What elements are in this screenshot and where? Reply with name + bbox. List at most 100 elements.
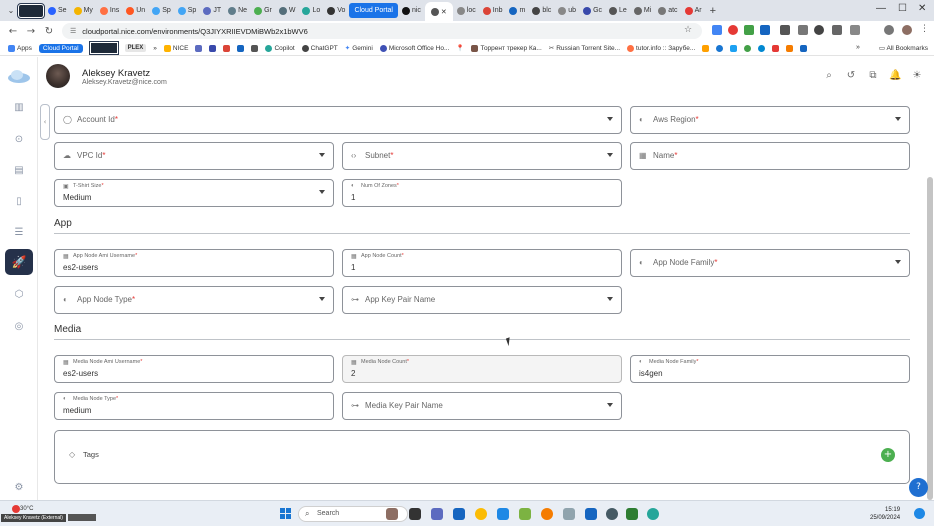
taskbar-app-icon[interactable] [626,508,638,520]
taskbar-app-icon[interactable] [519,508,531,520]
extension-icon[interactable] [798,25,808,35]
browser-tab[interactable]: loc [454,3,479,18]
bookmarks-overflow[interactable]: » [856,44,860,51]
tags-panel[interactable]: ◇ Tags + [54,430,910,484]
bookmark-icon[interactable] [251,44,259,52]
bookmark-icon[interactable] [195,44,203,52]
bookmark-dark[interactable] [88,41,119,55]
browser-tab[interactable]: atc [655,3,680,18]
help-chat-button[interactable]: ? [909,478,928,497]
bookmark-russian-torrent[interactable]: ✂ Russian Torrent Site... [549,44,620,53]
sidebar-list-icon[interactable]: ▤ [12,163,26,177]
bookmark-tutor[interactable]: tutor.info :: Зарубе... [627,44,695,52]
whatsapp-icon[interactable] [647,508,659,520]
browser-tab[interactable]: Sp [175,3,200,18]
close-icon[interactable]: ✕ [441,8,447,16]
extension-icon[interactable] [744,25,754,35]
outlook-icon[interactable] [453,508,465,520]
page-scrollbar[interactable] [927,177,933,500]
sidebar-environments-rocket-icon[interactable]: 🚀 [5,249,33,275]
bookmark-location[interactable]: 📍 [456,44,464,52]
browser-tab-dark[interactable] [17,2,45,19]
taskbar-clock[interactable]: 15:19 25/09/2024 [870,506,900,522]
extension-icon[interactable] [760,25,770,35]
bookmark-icon[interactable] [758,44,766,52]
reload-icon[interactable]: ↻ [40,26,58,37]
bookmark-star-icon[interactable]: ☆ [684,25,692,35]
browser-tab[interactable]: Vo [324,3,348,18]
org-chart-icon[interactable]: ⧉ [867,70,879,82]
app-key-pair-name-select[interactable]: ⊶ App Key Pair Name [342,286,622,314]
subnet-select[interactable]: ‹› Subnet* [342,142,622,170]
browser-tab[interactable]: Ins [97,3,122,18]
browser-tab[interactable]: Sp [149,3,174,18]
bookmark-plex[interactable]: PLEX [124,44,147,52]
media-key-pair-name-select[interactable]: ⊶ Media Key Pair Name [342,392,622,420]
forward-icon[interactable]: → [22,26,40,37]
sidebar-billing-icon[interactable]: ⊙ [12,132,26,146]
sidebar-cube-icon[interactable]: ⬡ [12,287,26,301]
avatar[interactable] [46,64,70,88]
minimize-icon[interactable]: — [876,3,886,14]
browser-tab[interactable]: Gc [580,3,605,18]
browser-tab[interactable]: nic [399,3,424,18]
browser-tab[interactable]: m [506,3,528,18]
bookmark-icon[interactable] [702,44,710,52]
bookmark-icon[interactable] [730,44,738,52]
media-node-family-input[interactable]: ◐ Media Node Family* is4gen [630,355,910,383]
windows-start-icon[interactable] [280,508,291,519]
translate-extension-icon[interactable] [712,25,722,35]
browser-tab[interactable]: Un [123,3,148,18]
name-input[interactable]: ▦ Name* [630,142,910,170]
bookmark-icon[interactable] [209,44,217,52]
bookmark-cloud-portal[interactable]: Cloud Portal [38,43,83,53]
browser-tab[interactable]: Le [606,3,630,18]
browser-tab-cloud-portal[interactable]: Cloud Portal [349,3,398,18]
browser-tab[interactable]: JT [200,3,224,18]
media-node-ami-username-input[interactable]: ▦ Media Node Ami Username* es2-users [54,355,334,383]
num-of-zones-input[interactable]: ◐ Num Of Zones* 1 [342,179,622,207]
app-node-family-select[interactable]: ◐ App Node Family* [630,249,910,277]
teams-icon[interactable] [431,508,443,520]
history-icon[interactable]: ↺ [845,70,857,82]
bookmark-icon[interactable] [744,44,752,52]
vscode-icon[interactable] [497,508,509,520]
browser-menu-icon[interactable]: ⋮ [920,24,929,34]
extension-icon[interactable] [850,25,860,35]
weather-icon[interactable] [12,505,20,513]
extensions-puzzle-icon[interactable] [832,25,842,35]
app-node-ami-username-input[interactable]: ▦ App Node Ami Username* es2-users [54,249,334,277]
bookmark-icon[interactable] [237,44,245,52]
bookmark-icon[interactable] [223,44,231,52]
sidebar-collapse-toggle[interactable]: ‹ [40,104,50,140]
extension-icon[interactable] [814,25,824,35]
site-info-icon[interactable]: ☰ [70,27,76,35]
app-node-type-select[interactable]: ◐ App Node Type* [54,286,334,314]
bookmark-chatgpt[interactable]: ChatGPT [301,44,338,52]
extension-icon[interactable] [780,25,790,35]
bookmark-icon[interactable] [786,44,794,52]
tshirt-size-select[interactable]: ▣ T-Shirt Size* Medium [54,179,334,207]
profile-avatar-icon[interactable] [902,25,912,35]
browser-tab[interactable]: Se [45,3,70,18]
cloud-logo-icon[interactable] [7,69,31,83]
bookmark-microsoft-office[interactable]: Microsoft Office Ho... [379,44,449,52]
browser-tab[interactable]: My [71,3,96,18]
chrome-icon[interactable] [475,508,487,520]
app-node-count-input[interactable]: ▦ App Node Count* 1 [342,249,622,277]
account-id-select[interactable]: ◯ Account Id* [54,106,622,134]
bookmark-nice[interactable]: NICE [163,44,188,52]
media-node-count-input[interactable]: ▦ Media Node Count* 2 [342,355,622,383]
bookmark-apps[interactable]: Apps [8,44,32,52]
taskbar-app-icon[interactable] [563,508,575,520]
browser-tab[interactable]: Gr [251,3,275,18]
aws-region-select[interactable]: ◐ Aws Region* [630,106,910,134]
tab-search-icon[interactable]: ⌄ [4,6,18,15]
adblock-extension-icon[interactable] [728,25,738,35]
browser-tab[interactable]: W [276,3,299,18]
weather-temp[interactable]: 30°C [20,506,33,512]
taskbar-app-icon[interactable] [541,508,553,520]
taskbar-app-icon[interactable] [409,508,421,520]
vpc-id-select[interactable]: ☁ VPC Id* [54,142,334,170]
url-input[interactable]: ☰ cloudportal.nice.com/environments/Q3JI… [62,23,702,39]
